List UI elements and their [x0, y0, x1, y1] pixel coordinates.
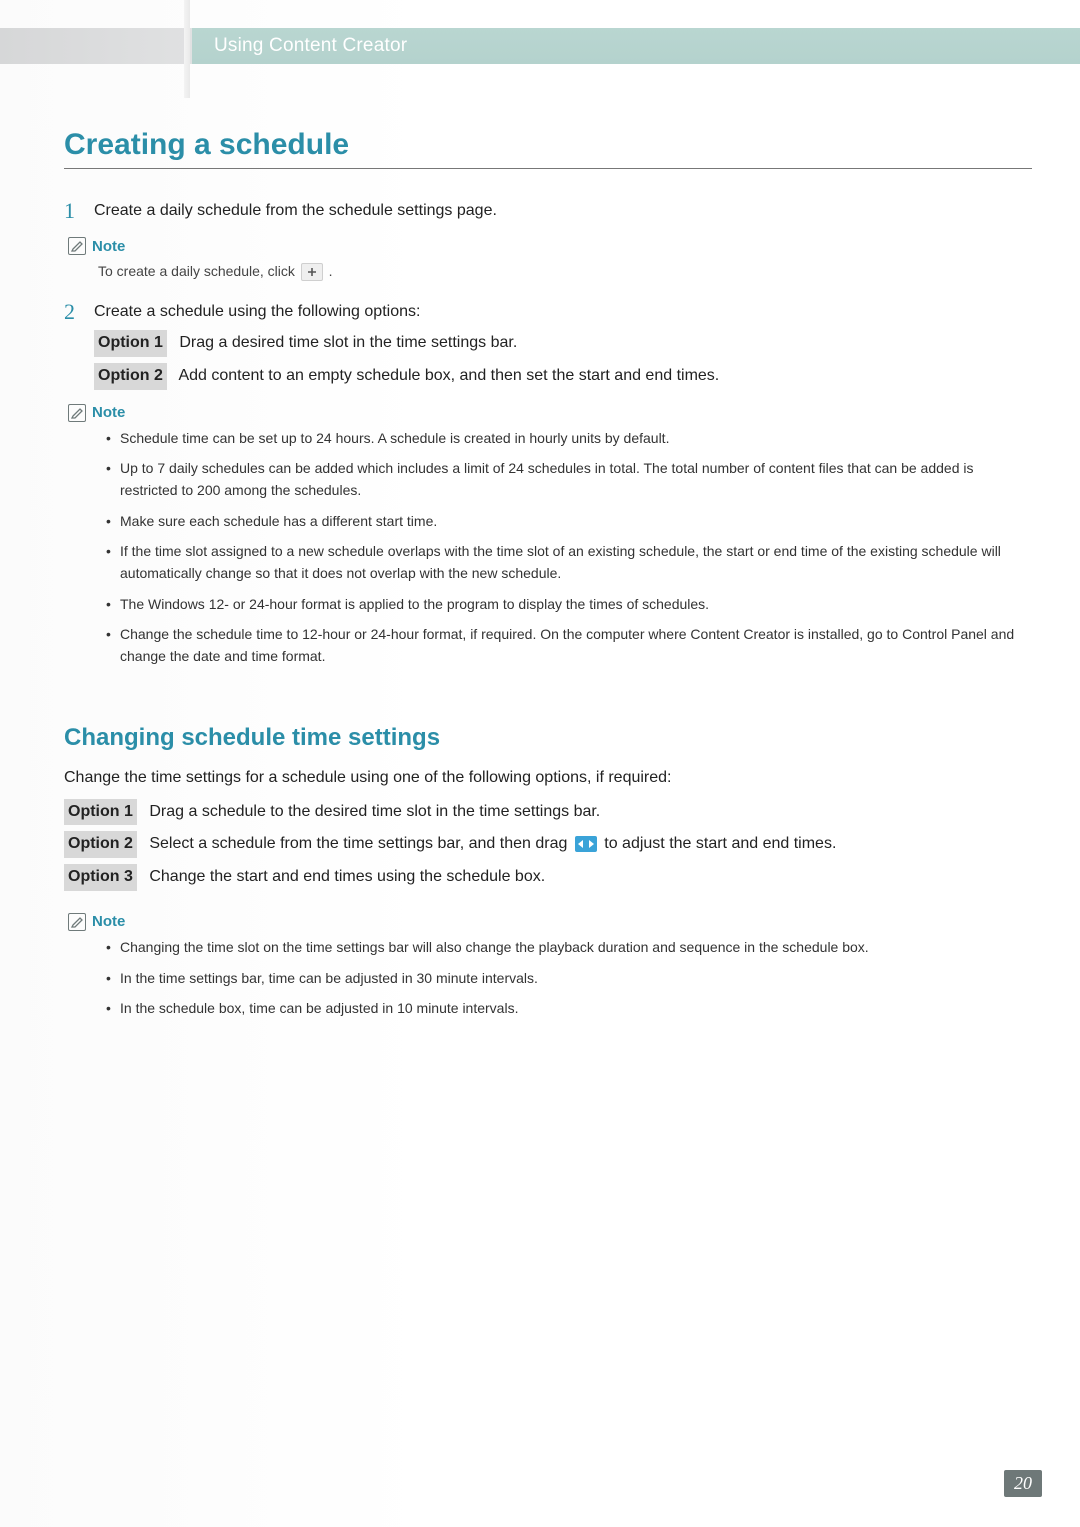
note-item: Change the schedule time to 12-hour or 2…: [106, 624, 1032, 667]
step-text: Create a daily schedule from the schedul…: [94, 199, 1032, 223]
step-number: 1: [64, 199, 94, 223]
note-list: Schedule time can be set up to 24 hours.…: [106, 428, 1032, 668]
note-item: Up to 7 daily schedules can be added whi…: [106, 458, 1032, 501]
note-item: Make sure each schedule has a different …: [106, 511, 1032, 533]
note-label: Note: [92, 913, 125, 930]
note-block-2: Note Schedule time can be set up to 24 h…: [64, 404, 1032, 668]
page-content: Creating a schedule 1 Create a daily sch…: [64, 128, 1032, 1038]
option-2-row: Option 2 Add content to an empty schedul…: [94, 363, 1032, 390]
page-number: 20: [1004, 1470, 1042, 1497]
drag-handle-icon: [575, 836, 597, 852]
note-item: Changing the time slot on the time setti…: [106, 937, 1032, 959]
option-2-row: Option 2 Select a schedule from the time…: [64, 831, 1032, 858]
option-tag: Option 1: [94, 330, 167, 357]
note-header: Note: [68, 913, 1032, 931]
option-1-row: Option 1 Drag a schedule to the desired …: [64, 799, 1032, 826]
step-2: 2 Create a schedule using the following …: [64, 300, 1032, 390]
option-text-after: to adjust the start and end times.: [604, 835, 836, 852]
option-1-row: Option 1 Drag a desired time slot in the…: [94, 330, 1032, 357]
step-number: 2: [64, 300, 94, 390]
note-body: To create a daily schedule, click .: [98, 261, 1032, 282]
note-item: Schedule time can be set up to 24 hours.…: [106, 428, 1032, 450]
note-header: Note: [68, 404, 1032, 422]
option-text: Add content to an empty schedule box, an…: [178, 367, 719, 384]
chapter-title: Using Content Creator: [214, 35, 407, 57]
note-block-3: Note Changing the time slot on the time …: [64, 913, 1032, 1020]
note-item: In the schedule box, time can be adjuste…: [106, 998, 1032, 1020]
option-text-before: Select a schedule from the time settings…: [149, 835, 571, 852]
option-text: Change the start and end times using the…: [149, 868, 545, 885]
section-title-changing: Changing schedule time settings: [64, 724, 1032, 752]
note-text-before: To create a daily schedule, click: [98, 263, 299, 279]
plus-icon: [301, 263, 323, 281]
note-item: The Windows 12- or 24-hour format is app…: [106, 594, 1032, 616]
option-tag: Option 1: [64, 799, 137, 826]
note-block-1: Note To create a daily schedule, click .: [64, 237, 1032, 282]
option-tag: Option 2: [94, 363, 167, 390]
step-1: 1 Create a daily schedule from the sched…: [64, 199, 1032, 223]
step-intro: Create a schedule using the following op…: [94, 300, 1032, 324]
step-body: Create a schedule using the following op…: [94, 300, 1032, 390]
chapter-title-bar: Using Content Creator: [192, 28, 1080, 64]
section2-intro: Change the time settings for a schedule …: [64, 766, 1032, 791]
option-tag: Option 2: [64, 831, 137, 858]
option-text: Drag a desired time slot in the time set…: [179, 334, 517, 351]
note-icon: [68, 404, 86, 422]
option-text: Drag a schedule to the desired time slot…: [149, 803, 600, 820]
note-list: Changing the time slot on the time setti…: [106, 937, 1032, 1020]
note-icon: [68, 913, 86, 931]
note-item: If the time slot assigned to a new sched…: [106, 541, 1032, 584]
header-left-block: [0, 28, 192, 64]
note-text-after: .: [329, 263, 333, 279]
note-header: Note: [68, 237, 1032, 255]
section-title-creating: Creating a schedule: [64, 128, 1032, 169]
note-label: Note: [92, 238, 125, 255]
note-item: In the time settings bar, time can be ad…: [106, 968, 1032, 990]
header-divider: [184, 0, 190, 98]
option-tag: Option 3: [64, 864, 137, 891]
note-icon: [68, 237, 86, 255]
note-label: Note: [92, 404, 125, 421]
option-3-row: Option 3 Change the start and end times …: [64, 864, 1032, 891]
header-band: Using Content Creator: [0, 28, 1080, 64]
